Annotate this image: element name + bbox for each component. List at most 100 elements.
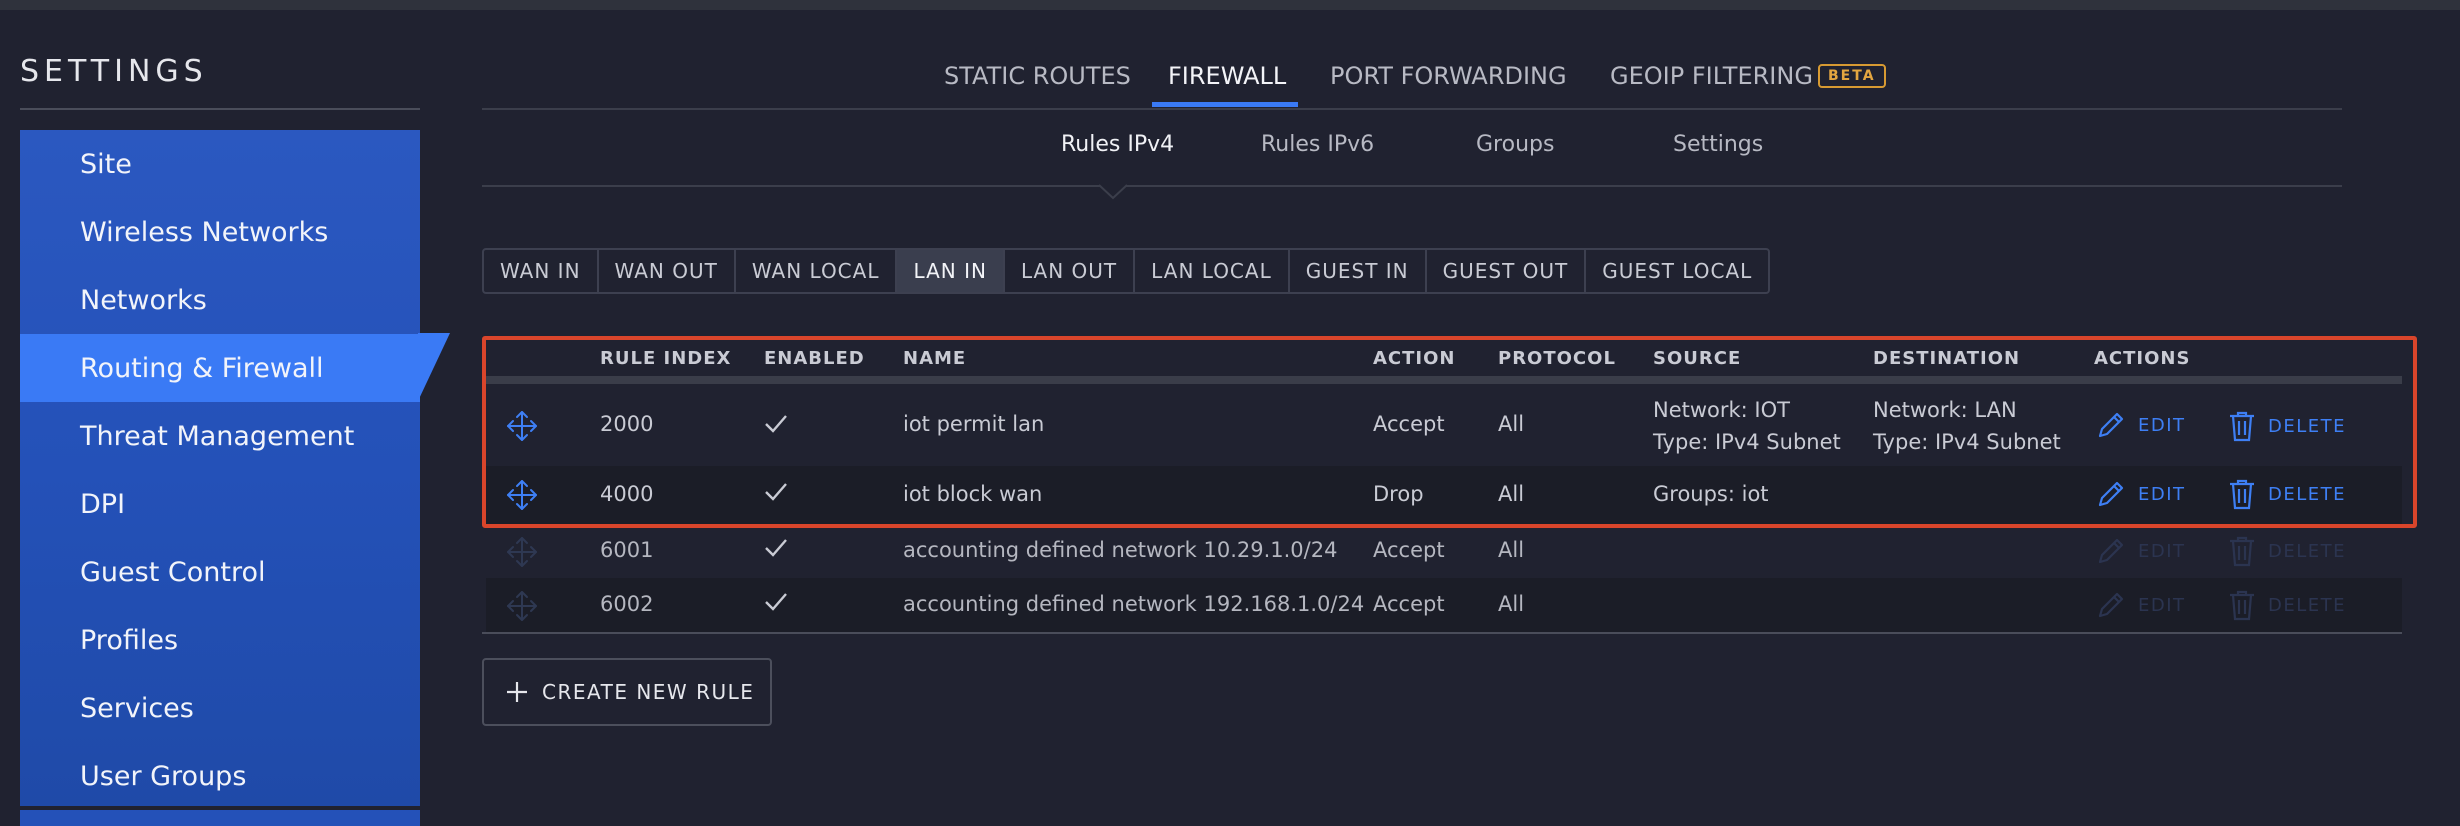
move-icon — [507, 537, 537, 567]
rule-protocol: All — [1498, 482, 1525, 506]
source-type: Type: IPv4 Subnet — [1653, 430, 1841, 454]
chain-guest-local[interactable]: GUEST LOCAL — [1586, 250, 1768, 292]
delete-button[interactable]: DELETE — [2228, 478, 2346, 510]
sidebar-item-site[interactable]: Site — [20, 130, 420, 198]
table-row: 2000 iot permit lan Accept All Network: … — [486, 384, 2402, 466]
rule-action: Drop — [1373, 482, 1424, 506]
sidebar-item-threat-management[interactable]: Threat Management — [20, 402, 420, 470]
beta-badge: BETA — [1818, 64, 1886, 88]
chain-wan-local[interactable]: WAN LOCAL — [736, 250, 898, 292]
edit-button-disabled: EDIT — [2096, 590, 2186, 620]
sidebar-item-profiles[interactable]: Profiles — [20, 606, 420, 674]
edit-label: EDIT — [2138, 483, 2186, 505]
rule-index: 6002 — [600, 592, 654, 616]
rule-action: Accept — [1373, 412, 1445, 436]
subtab-rules-ipv6[interactable]: Rules IPv6 — [1261, 132, 1374, 157]
title-divider — [20, 108, 420, 110]
edit-label: EDIT — [2138, 594, 2186, 616]
table-row: 4000 iot block wan Drop All Groups: iot … — [486, 466, 2402, 524]
sidebar-item-user-groups[interactable]: User Groups — [20, 742, 420, 810]
rule-source: Groups: iot — [1653, 482, 1769, 506]
rule-protocol: All — [1498, 412, 1525, 436]
pencil-icon — [2098, 481, 2124, 507]
edit-button[interactable]: EDIT — [2096, 479, 2186, 509]
rule-name: iot permit lan — [903, 412, 1045, 436]
active-item-pointer — [418, 333, 450, 401]
pencil-icon — [2098, 592, 2124, 618]
pencil-icon — [2098, 538, 2124, 564]
edit-button[interactable]: EDIT — [2096, 410, 2186, 440]
chain-guest-in[interactable]: GUEST IN — [1290, 250, 1427, 292]
check-icon — [765, 483, 787, 501]
rule-name: accounting defined network 10.29.1.0/24 — [903, 538, 1338, 562]
sidebar-item-guest-control[interactable]: Guest Control — [20, 538, 420, 606]
col-header-rule-index[interactable]: RULE INDEX — [600, 348, 731, 369]
col-header-actions: ACTIONS — [2094, 348, 2191, 369]
delete-label: DELETE — [2268, 540, 2347, 562]
edit-button-disabled: EDIT — [2096, 536, 2186, 566]
rule-source: Network: IOT Type: IPv4 Subnet — [1653, 394, 1841, 458]
rule-action: Accept — [1373, 592, 1445, 616]
create-new-rule-button[interactable]: CREATE NEW RULE — [482, 658, 772, 726]
delete-button-disabled: DELETE — [2228, 589, 2346, 621]
pencil-icon — [2098, 412, 2124, 438]
col-header-action[interactable]: ACTION — [1373, 348, 1455, 369]
rule-index: 2000 — [600, 412, 654, 436]
source-network: Network: IOT — [1653, 398, 1790, 422]
sidebar-item-services[interactable]: Services — [20, 674, 420, 742]
chain-guest-out[interactable]: GUEST OUT — [1427, 250, 1587, 292]
rule-protocol: All — [1498, 538, 1525, 562]
plus-icon — [507, 682, 527, 702]
trash-icon — [2230, 590, 2254, 621]
rule-index: 6001 — [600, 538, 654, 562]
top-bar — [0, 0, 2460, 10]
destination-type: Type: IPv4 Subnet — [1873, 430, 2061, 454]
subtab-settings[interactable]: Settings — [1673, 132, 1763, 157]
subtab-rules-ipv4[interactable]: Rules IPv4 — [1061, 132, 1174, 157]
sidebar-item-wireless-networks[interactable]: Wireless Networks — [20, 198, 420, 266]
move-icon[interactable] — [506, 479, 538, 511]
sidebar-item-dpi[interactable]: DPI — [20, 470, 420, 538]
active-subtab-caret — [1099, 184, 1127, 200]
destination-network: Network: LAN — [1873, 398, 2017, 422]
tab-port-forwarding[interactable]: PORT FORWARDING — [1330, 62, 1567, 110]
rule-protocol: All — [1498, 592, 1525, 616]
sidebar-item-routing-firewall[interactable]: Routing & Firewall — [20, 334, 420, 402]
move-icon — [507, 591, 537, 621]
col-header-enabled[interactable]: ENABLED — [764, 348, 865, 369]
table-header-bar — [486, 376, 2402, 384]
delete-button[interactable]: DELETE — [2228, 410, 2346, 442]
chain-lan-out[interactable]: LAN OUT — [1005, 250, 1136, 292]
sidebar-item-networks[interactable]: Networks — [20, 266, 420, 334]
delete-label: DELETE — [2268, 415, 2347, 437]
tab-geoip-filtering[interactable]: GEOIP FILTERING — [1610, 62, 1813, 110]
edit-label: EDIT — [2138, 414, 2186, 436]
col-header-protocol[interactable]: PROTOCOL — [1498, 348, 1616, 369]
check-icon — [765, 415, 787, 433]
check-icon — [765, 593, 787, 611]
chain-wan-out[interactable]: WAN OUT — [599, 250, 736, 292]
chain-wan-in[interactable]: WAN IN — [484, 250, 599, 292]
col-header-name[interactable]: NAME — [903, 348, 966, 369]
create-new-rule-label: CREATE NEW RULE — [542, 680, 755, 704]
rule-name: iot block wan — [903, 482, 1043, 506]
delete-label: DELETE — [2268, 483, 2347, 505]
col-header-destination[interactable]: DESTINATION — [1873, 348, 2020, 369]
subtab-groups[interactable]: Groups — [1476, 132, 1554, 157]
move-icon[interactable] — [506, 410, 538, 442]
sidebar: Site Wireless Networks Networks Routing … — [20, 130, 420, 810]
delete-button-disabled: DELETE — [2228, 535, 2346, 567]
chain-lan-local[interactable]: LAN LOCAL — [1135, 250, 1290, 292]
tabs-divider — [482, 108, 2342, 110]
subtabs-divider — [482, 185, 2342, 187]
table-bottom-divider — [482, 632, 2402, 634]
table-row: 6001 accounting defined network 10.29.1.… — [486, 524, 2402, 578]
active-tab-underline — [1152, 102, 1298, 107]
chain-lan-in[interactable]: LAN IN — [897, 250, 1005, 292]
col-header-source[interactable]: SOURCE — [1653, 348, 1741, 369]
check-icon — [765, 539, 787, 557]
rule-name: accounting defined network 192.168.1.0/2… — [903, 592, 1365, 616]
tab-static-routes[interactable]: STATIC ROUTES — [944, 62, 1131, 110]
delete-label: DELETE — [2268, 594, 2347, 616]
sidebar-next-item[interactable] — [20, 810, 420, 826]
